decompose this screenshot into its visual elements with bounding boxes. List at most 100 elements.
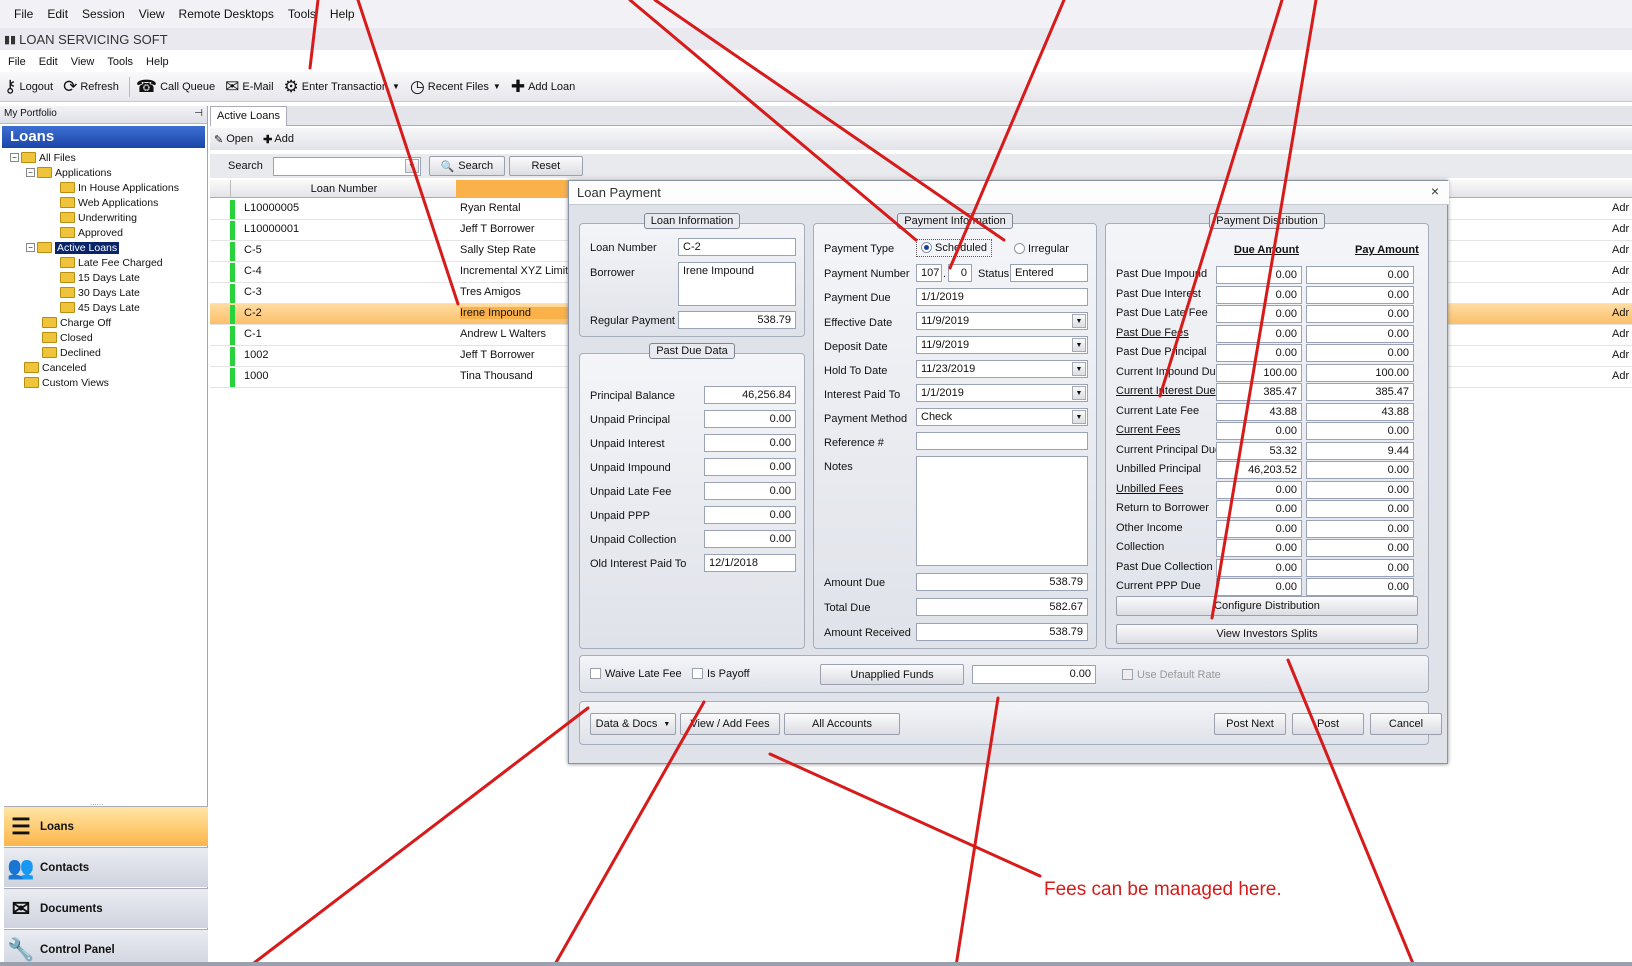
tree-item-charge-off[interactable]: Charge Off [42,315,111,330]
due-amount-field[interactable]: 0.00 [1216,558,1302,577]
deposit-date-picker[interactable]: 11/9/2019 ▼ [916,336,1088,354]
pay-amount-field[interactable]: 0.00 [1306,519,1414,538]
tree-item-in-house-applications[interactable]: In House Applications [60,180,179,195]
tree-item-45-days-late[interactable]: 45 Days Late [60,300,140,315]
due-amount-field[interactable]: 100.00 [1216,363,1302,382]
chevron-down-icon[interactable]: ▼ [1072,338,1086,352]
use-default-rate-checkbox[interactable]: Use Default Rate [1122,669,1221,681]
view-investors-splits-button[interactable]: View Investors Splits [1116,624,1418,644]
pay-amount-field[interactable]: 0.00 [1306,285,1414,304]
due-amount-field[interactable]: 0.00 [1216,480,1302,499]
past-due-value[interactable]: 0.00 [704,530,796,548]
due-amount-field[interactable]: 0.00 [1216,422,1302,440]
recent-files-button[interactable]: ◷ Recent Files ▼ [410,78,501,95]
effective-date-picker[interactable]: 11/9/2019 ▼ [916,312,1088,330]
post-next-button[interactable]: Post Next [1214,713,1286,735]
chevron-down-icon[interactable]: ▼ [493,82,501,91]
pay-amount-field[interactable]: 0.00 [1306,480,1414,499]
tree-item-late-fee-charged[interactable]: Late Fee Charged [60,255,163,270]
tree-item-all-files[interactable]: − All Files [10,150,76,165]
status-field[interactable]: Entered [1010,264,1088,282]
tree-item-30-days-late[interactable]: 30 Days Late [60,285,140,300]
due-amount-field[interactable]: 0.00 [1216,344,1302,362]
irregular-radio[interactable]: Irregular [1014,243,1069,255]
past-due-value[interactable]: 0.00 [704,434,796,452]
collapse-icon[interactable]: − [26,168,35,177]
borrower-field[interactable]: Irene Impound [678,262,796,306]
distribution-link[interactable]: Past Due Fees [1116,327,1216,339]
payment-sub-number-field[interactable]: 0 [948,264,972,282]
nav-contacts[interactable]: 👥 Contacts [4,847,208,887]
unapplied-funds-field[interactable]: 0.00 [972,665,1096,684]
tree-item-closed[interactable]: Closed [42,330,93,345]
past-due-value[interactable]: 0.00 [704,410,796,428]
pin-icon[interactable]: ⊣ [194,108,203,121]
search-input[interactable]: ▼ [272,156,421,176]
pay-amount-field[interactable]: 9.44 [1306,441,1414,460]
chevron-down-icon[interactable]: ▼ [1072,362,1086,376]
open-button[interactable]: ✎ Open [214,133,253,146]
distribution-link[interactable]: Current Fees [1116,424,1216,436]
menu-view[interactable]: View [139,7,165,21]
past-due-value[interactable]: 0.00 [704,506,796,524]
hold-to-date-picker[interactable]: 11/23/2019 ▼ [916,360,1088,378]
due-amount-field[interactable]: 53.32 [1216,441,1302,460]
payment-method-select[interactable]: Check ▼ [916,408,1088,426]
due-amount-field[interactable]: 0.00 [1216,324,1302,343]
menu-tools[interactable]: Tools [288,7,316,21]
chevron-down-icon[interactable]: ▼ [1072,386,1086,400]
appmenu-file[interactable]: File [8,56,26,68]
due-amount-field[interactable]: 0.00 [1216,305,1302,323]
chevron-down-icon[interactable]: ▼ [1072,314,1086,328]
due-amount-field[interactable]: 46,203.52 [1216,461,1302,479]
tree-item-underwriting[interactable]: Underwriting [60,210,137,225]
pay-amount-field[interactable]: 0.00 [1306,578,1414,596]
reference-input[interactable] [916,432,1088,450]
pay-amount-field[interactable]: 100.00 [1306,363,1414,382]
pay-amount-field[interactable]: 0.00 [1306,344,1414,362]
menu-session[interactable]: Session [82,7,125,21]
pay-amount-field[interactable]: 0.00 [1306,305,1414,323]
nav-documents[interactable]: ✉ Documents [4,888,208,928]
pay-amount-field[interactable]: 0.00 [1306,461,1414,479]
interest-paid-to-picker[interactable]: 1/1/2019 ▼ [916,384,1088,402]
past-due-value[interactable]: 0.00 [704,458,796,476]
past-due-value[interactable]: 12/1/2018 [704,554,796,572]
due-amount-field[interactable]: 0.00 [1216,539,1302,557]
menu-edit[interactable]: Edit [47,7,68,21]
view-add-fees-button[interactable]: View / Add Fees [680,713,780,735]
appmenu-help[interactable]: Help [146,56,169,68]
due-amount-field[interactable]: 0.00 [1216,285,1302,304]
nav-loans[interactable]: ☰ Loans [4,806,208,846]
pay-amount-field[interactable]: 0.00 [1306,324,1414,343]
add-button[interactable]: ✚ Add [263,133,294,146]
waive-late-fee-checkbox[interactable]: Waive Late Fee [590,668,682,680]
regular-payment-field[interactable]: 538.79 [678,311,796,329]
appmenu-tools[interactable]: Tools [107,56,133,68]
chevron-down-icon[interactable]: ▼ [1072,410,1086,424]
tree-item-applications[interactable]: − Applications [26,165,112,180]
pay-amount-field[interactable]: 0.00 [1306,558,1414,577]
refresh-button[interactable]: ⟳ Refresh [63,78,119,95]
pay-amount-field[interactable]: 0.00 [1306,500,1414,518]
cancel-button[interactable]: Cancel [1370,713,1442,735]
menu-help[interactable]: Help [330,7,355,21]
tree-item-15-days-late[interactable]: 15 Days Late [60,270,140,285]
past-due-value[interactable]: 46,256.84 [704,386,796,404]
add-loan-button[interactable]: ✚ Add Loan [511,78,575,95]
distribution-link[interactable]: Unbilled Fees [1116,483,1216,495]
amount-received-input[interactable]: 538.79 [916,623,1088,641]
chevron-down-icon[interactable]: ▼ [404,158,419,173]
due-amount-field[interactable]: 0.00 [1216,578,1302,596]
amount-due-field[interactable]: 538.79 [916,573,1088,591]
close-icon[interactable]: × [1431,183,1439,199]
appmenu-view[interactable]: View [71,56,95,68]
due-amount-field[interactable]: 385.47 [1216,383,1302,401]
tab-active-loans[interactable]: Active Loans [210,106,287,126]
scheduled-radio[interactable]: Scheduled [916,239,992,257]
tree-item-custom-views[interactable]: Custom Views [24,375,109,390]
search-button[interactable]: 🔍 Search [428,156,505,176]
nav-control-panel[interactable]: 🔧 Control Panel [4,929,208,966]
pay-amount-field[interactable]: 43.88 [1306,402,1414,421]
payment-number-field[interactable]: 107 [916,264,942,282]
